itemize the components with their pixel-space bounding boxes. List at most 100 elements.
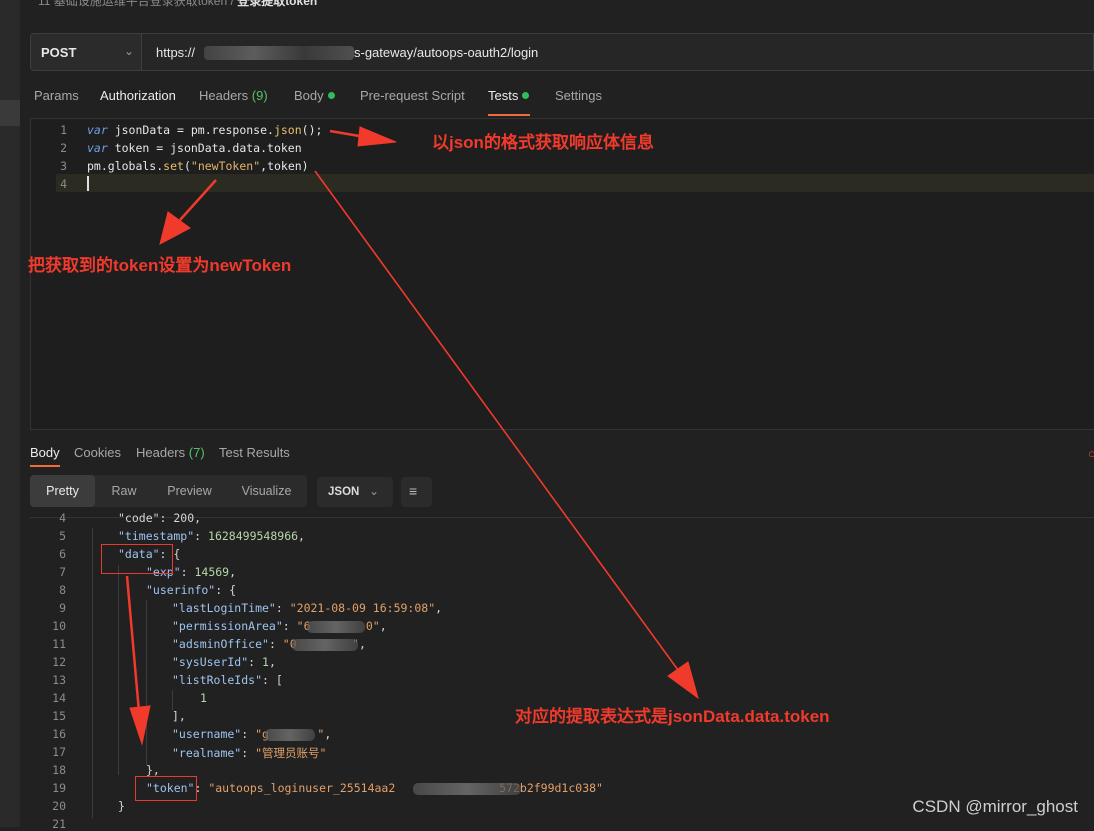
tab-tests[interactable]: Tests xyxy=(488,88,530,103)
format-preview[interactable]: Preview xyxy=(153,475,226,507)
response-line: "userinfo": { xyxy=(146,583,236,597)
breadcrumb-parent[interactable]: 11 基础设施运维平台登录获取token xyxy=(38,0,227,8)
chevron-down-icon: ⌄ xyxy=(124,44,135,58)
indent-guide xyxy=(146,600,147,765)
json-string: "管理员账号" xyxy=(255,746,327,760)
format-pretty[interactable]: Pretty xyxy=(30,475,95,507)
annotation-json-note: 以json的格式获取响应体信息 xyxy=(432,133,654,152)
response-line: ], xyxy=(172,709,186,723)
response-line-number: 5 xyxy=(59,529,66,543)
indent-guide xyxy=(172,690,173,710)
json-punctuation: : xyxy=(241,746,256,760)
tab-authorization[interactable]: Authorization xyxy=(100,88,176,103)
response-line-number: 19 xyxy=(52,781,66,795)
response-line: }, xyxy=(146,763,160,777)
arrow-line xyxy=(125,575,141,713)
tab-headers-label: Headers xyxy=(199,88,249,103)
globe-icon[interactable]: ○ xyxy=(1088,446,1094,461)
json-punctuation: : xyxy=(248,655,263,669)
line-number: 1 xyxy=(60,123,67,137)
chevron-down-icon: ⌄ xyxy=(369,484,380,498)
response-line-number: 12 xyxy=(52,655,66,669)
indent-guide xyxy=(92,528,93,818)
json-key: "adsminOffice" xyxy=(172,637,269,651)
tab-response-body[interactable]: Body xyxy=(30,445,60,460)
code-text: (); xyxy=(301,123,323,137)
response-line: "sysUserId": 1, xyxy=(172,655,276,669)
format-language-select[interactable]: JSON ⌄ xyxy=(317,477,393,507)
current-line-highlight xyxy=(56,174,1094,192)
url-prefix: https:// xyxy=(156,45,196,60)
response-line: } xyxy=(118,799,125,813)
code-line: var jsonData = pm.response.json(); xyxy=(87,123,322,137)
active-tab-indicator xyxy=(488,114,530,116)
tab-headers[interactable]: Headers (9) xyxy=(199,88,268,103)
method-select[interactable]: POST ⌄ xyxy=(30,33,142,71)
wrap-lines-icon: ≡ xyxy=(409,483,418,499)
json-number: 1 xyxy=(200,691,207,705)
json-key: "realname" xyxy=(172,746,242,760)
code-text: ( xyxy=(183,159,191,173)
response-line: "lastLoginTime": "2021-08-09 16:59:08", xyxy=(172,601,442,615)
json-punctuation: , xyxy=(379,619,387,633)
response-line-number: 21 xyxy=(52,817,66,831)
json-number: 1 xyxy=(262,655,269,669)
response-line-number: 4 xyxy=(59,511,66,525)
response-line: "code": 200, xyxy=(118,511,201,525)
breadcrumb: 11 基础设施运维平台登录获取token / 登录提取token xyxy=(38,0,317,9)
json-key: "lastLoginTime" xyxy=(172,601,276,615)
redacted-blur xyxy=(413,783,521,795)
tab-settings[interactable]: Settings xyxy=(555,88,602,103)
response-line-number: 14 xyxy=(52,691,66,705)
tab-tests-label: Tests xyxy=(488,88,519,103)
json-punctuation: : [ xyxy=(262,673,283,687)
code-line: pm.globals.set("newToken",token) xyxy=(87,159,309,173)
watermark: CSDN @mirror_ghost xyxy=(912,797,1078,816)
response-line-number: 20 xyxy=(52,799,66,813)
active-response-tab-indicator xyxy=(30,465,60,467)
response-line-number: 6 xyxy=(59,547,66,561)
indent-guide xyxy=(118,565,119,775)
response-line: "listRoleIds": [ xyxy=(172,673,283,687)
response-line-number: 11 xyxy=(52,637,66,651)
json-punctuation: : xyxy=(241,727,256,741)
response-line-number: 13 xyxy=(52,673,66,687)
tab-response-headers[interactable]: Headers (7) xyxy=(136,445,205,460)
tab-test-results[interactable]: Test Results xyxy=(219,445,290,460)
code-text: ,token) xyxy=(260,159,309,173)
format-raw[interactable]: Raw xyxy=(95,475,153,507)
format-visualize[interactable]: Visualize xyxy=(226,475,307,507)
json-key: "userinfo" xyxy=(146,583,216,597)
arrow-head xyxy=(129,705,151,746)
redacted-blur xyxy=(292,639,358,651)
headers-count: (9) xyxy=(251,88,268,103)
format-language-label: JSON xyxy=(328,486,360,498)
tab-pre-request-script[interactable]: Pre-request Script xyxy=(360,88,465,103)
text-cursor xyxy=(87,176,89,191)
code-text: jsonData = pm.response. xyxy=(107,123,274,137)
json-punctuation: : xyxy=(282,619,297,633)
response-line-number: 10 xyxy=(52,619,66,633)
json-punctuation: : xyxy=(180,565,195,579)
tab-params[interactable]: Params xyxy=(34,88,79,103)
tab-body[interactable]: Body xyxy=(294,88,335,103)
left-sidebar-strip xyxy=(0,0,20,827)
wrap-lines-button[interactable]: ≡ xyxy=(401,477,432,507)
json-number: 14569 xyxy=(194,565,230,579)
url-input[interactable]: https:// s-gateway/autoops-oauth2/login xyxy=(142,33,1094,71)
sidebar-selected-block xyxy=(0,100,20,126)
response-line-number: 8 xyxy=(59,583,66,597)
response-line-number: 9 xyxy=(59,601,66,615)
arrow-head xyxy=(667,661,699,700)
json-text: "code": 200, xyxy=(118,511,202,525)
annotation-expr-note: 对应的提取表达式是jsonData.data.token xyxy=(515,707,830,726)
response-headers-count: (7) xyxy=(188,445,205,460)
response-line: "token": "autoops_loginuser_25514aa2 572… xyxy=(146,781,603,795)
json-punctuation: , xyxy=(435,601,443,615)
code-function: json xyxy=(273,123,302,137)
breadcrumb-current: 登录提取token xyxy=(237,0,318,8)
redacted-blur xyxy=(265,729,315,741)
code-text: token = jsonData.data.token xyxy=(107,141,302,155)
tab-cookies[interactable]: Cookies xyxy=(74,445,121,460)
json-key: "username" xyxy=(172,727,242,741)
